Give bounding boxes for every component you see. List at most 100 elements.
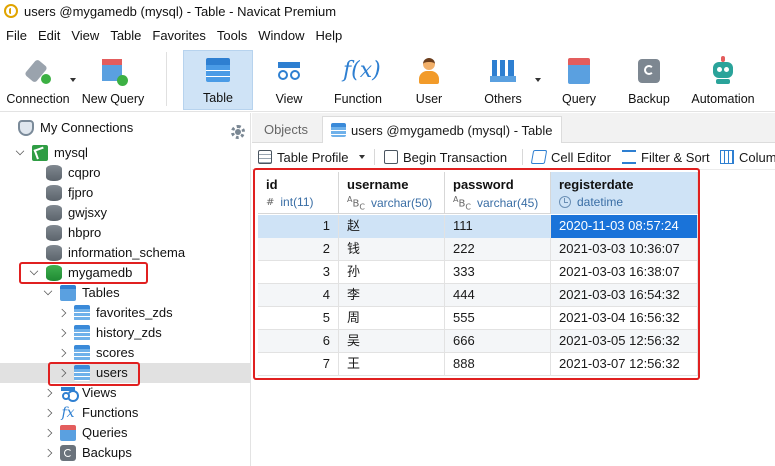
tree-table-favorites-zds[interactable]: favorites_zds <box>0 303 251 323</box>
tree-db-hbpro[interactable]: hbpro <box>0 223 251 243</box>
automation-button[interactable]: Automation <box>686 50 760 110</box>
cell-password[interactable]: 444 <box>445 284 551 307</box>
cell-editor-button[interactable]: Cell Editor <box>530 148 611 166</box>
table-row[interactable]: 1 赵 111 2020-11-03 08:57:24 <box>258 215 698 238</box>
cell-registerdate[interactable]: 2021-03-07 12:56:32 <box>551 353 698 376</box>
filter-sort-button[interactable]: Filter & Sort <box>622 148 710 166</box>
cell-password[interactable]: 222 <box>445 238 551 261</box>
cell-username[interactable]: 钱 <box>339 238 445 261</box>
cell-username[interactable]: 周 <box>339 307 445 330</box>
cell-registerdate[interactable]: 2021-03-03 16:54:32 <box>551 284 698 307</box>
tree-folder-functions[interactable]: fx Functions <box>0 403 251 423</box>
menu-edit[interactable]: Edit <box>32 28 65 43</box>
cell-editor-icon <box>530 150 548 164</box>
cell-id[interactable]: 3 <box>258 261 339 284</box>
menu-file[interactable]: File <box>0 28 32 43</box>
cell-registerdate[interactable]: 2021-03-05 12:56:32 <box>551 330 698 353</box>
tab-users-table[interactable]: users @mygamedb (mysql) - Table <box>322 116 562 143</box>
table-row[interactable]: 6 吴 666 2021-03-05 12:56:32 <box>258 330 698 353</box>
cell-password[interactable]: 111 <box>445 215 551 238</box>
user-button[interactable]: User <box>398 50 460 110</box>
chevron-right-icon[interactable] <box>43 428 53 438</box>
chevron-down-icon[interactable] <box>29 266 39 276</box>
cell-id[interactable]: 4 <box>258 284 339 307</box>
gear-icon[interactable] <box>231 125 245 139</box>
tree-db-cqpro[interactable]: cqpro <box>0 163 251 183</box>
cell-username[interactable]: 李 <box>339 284 445 307</box>
menu-tools[interactable]: Tools <box>211 28 252 43</box>
cell-registerdate[interactable]: 2020-11-03 08:57:24 <box>551 215 698 238</box>
menu-window[interactable]: Window <box>252 28 309 43</box>
chevron-right-icon[interactable] <box>57 308 67 318</box>
menu-favorites[interactable]: Favorites <box>146 28 210 43</box>
tree-folder-backups[interactable]: Backups <box>0 443 251 463</box>
table-row[interactable]: 3 孙 333 2021-03-03 16:38:07 <box>258 261 698 284</box>
text-type-icon: ABC <box>347 195 365 212</box>
column-header-id[interactable]: id # int(11) <box>258 172 339 214</box>
chevron-right-icon[interactable] <box>57 328 67 338</box>
chevron-right-icon[interactable] <box>43 388 53 398</box>
menu-view[interactable]: View <box>65 28 104 43</box>
chevron-right-icon[interactable] <box>43 408 53 418</box>
others-button[interactable]: Others <box>470 50 536 110</box>
tree-db-gwjsxy[interactable]: gwjsxy <box>0 203 251 223</box>
cell-registerdate[interactable]: 2021-03-04 16:56:32 <box>551 307 698 330</box>
tree-table-scores[interactable]: scores <box>0 343 251 363</box>
chevron-right-icon[interactable] <box>43 448 53 458</box>
cell-username[interactable]: 赵 <box>339 215 445 238</box>
tree-table-users[interactable]: users <box>0 363 251 383</box>
function-button[interactable]: f(x) Function <box>326 50 390 110</box>
others-dropdown-icon[interactable] <box>535 78 541 82</box>
tab-objects[interactable]: Objects <box>252 116 320 143</box>
cell-password[interactable]: 333 <box>445 261 551 284</box>
tree-my-connections[interactable]: My Connections <box>0 118 251 139</box>
cell-username[interactable]: 吴 <box>339 330 445 353</box>
cell-password[interactable]: 666 <box>445 330 551 353</box>
cell-username[interactable]: 孙 <box>339 261 445 284</box>
cell-id[interactable]: 1 <box>258 215 339 238</box>
menu-table[interactable]: Table <box>104 28 146 43</box>
begin-transaction-button[interactable]: Begin Transaction <box>384 148 507 166</box>
column-header-password[interactable]: password ABC varchar(45) <box>445 172 551 214</box>
chevron-right-icon[interactable] <box>57 368 67 378</box>
query-button[interactable]: Query <box>548 50 610 110</box>
table-row[interactable]: 4 李 444 2021-03-03 16:54:32 <box>258 284 698 307</box>
cell-id[interactable]: 7 <box>258 353 339 376</box>
column-type-label: varchar(50) <box>370 196 433 211</box>
cell-password[interactable]: 555 <box>445 307 551 330</box>
view-button[interactable]: View <box>258 50 320 110</box>
profile-dropdown-icon[interactable] <box>359 155 365 159</box>
table-button[interactable]: Table <box>183 50 253 110</box>
tree-db-fjpro[interactable]: fjpro <box>0 183 251 203</box>
connection-button[interactable]: Connection <box>2 50 74 110</box>
backup-button[interactable]: Backup <box>618 50 680 110</box>
cell-password[interactable]: 888 <box>445 353 551 376</box>
cell-id[interactable]: 2 <box>258 238 339 261</box>
cell-id[interactable]: 6 <box>258 330 339 353</box>
tree-folder-tables[interactable]: Tables <box>0 283 251 303</box>
column-type: datetime <box>559 195 623 209</box>
tree-db-information-schema[interactable]: information_schema <box>0 243 251 263</box>
cell-id[interactable]: 5 <box>258 307 339 330</box>
tree-db-mygamedb[interactable]: mygamedb <box>0 263 251 283</box>
tree-table-history-zds[interactable]: history_zds <box>0 323 251 343</box>
tree-folder-queries[interactable]: Queries <box>0 423 251 443</box>
table-row[interactable]: 2 钱 222 2021-03-03 10:36:07 <box>258 238 698 261</box>
table-row[interactable]: 5 周 555 2021-03-04 16:56:32 <box>258 307 698 330</box>
cell-registerdate[interactable]: 2021-03-03 16:38:07 <box>551 261 698 284</box>
tree-folder-views[interactable]: Views <box>0 383 251 403</box>
table-row[interactable]: 7 王 888 2021-03-07 12:56:32 <box>258 353 698 376</box>
cell-username[interactable]: 王 <box>339 353 445 376</box>
columns-button[interactable]: Colum <box>720 148 775 166</box>
chevron-down-icon[interactable] <box>15 146 25 156</box>
chevron-right-icon[interactable] <box>57 348 67 358</box>
column-header-registerdate[interactable]: registerdate datetime <box>551 172 698 214</box>
tree-connection-mysql[interactable]: mysql <box>0 143 251 163</box>
new-query-button[interactable]: New Query <box>77 50 149 110</box>
menu-help[interactable]: Help <box>309 28 347 43</box>
table-profile-button[interactable]: Table Profile <box>258 148 349 166</box>
chevron-down-icon[interactable] <box>43 286 53 296</box>
connection-dropdown-icon[interactable] <box>70 78 76 82</box>
cell-registerdate[interactable]: 2021-03-03 10:36:07 <box>551 238 698 261</box>
column-header-username[interactable]: username ABC varchar(50) <box>339 172 445 214</box>
